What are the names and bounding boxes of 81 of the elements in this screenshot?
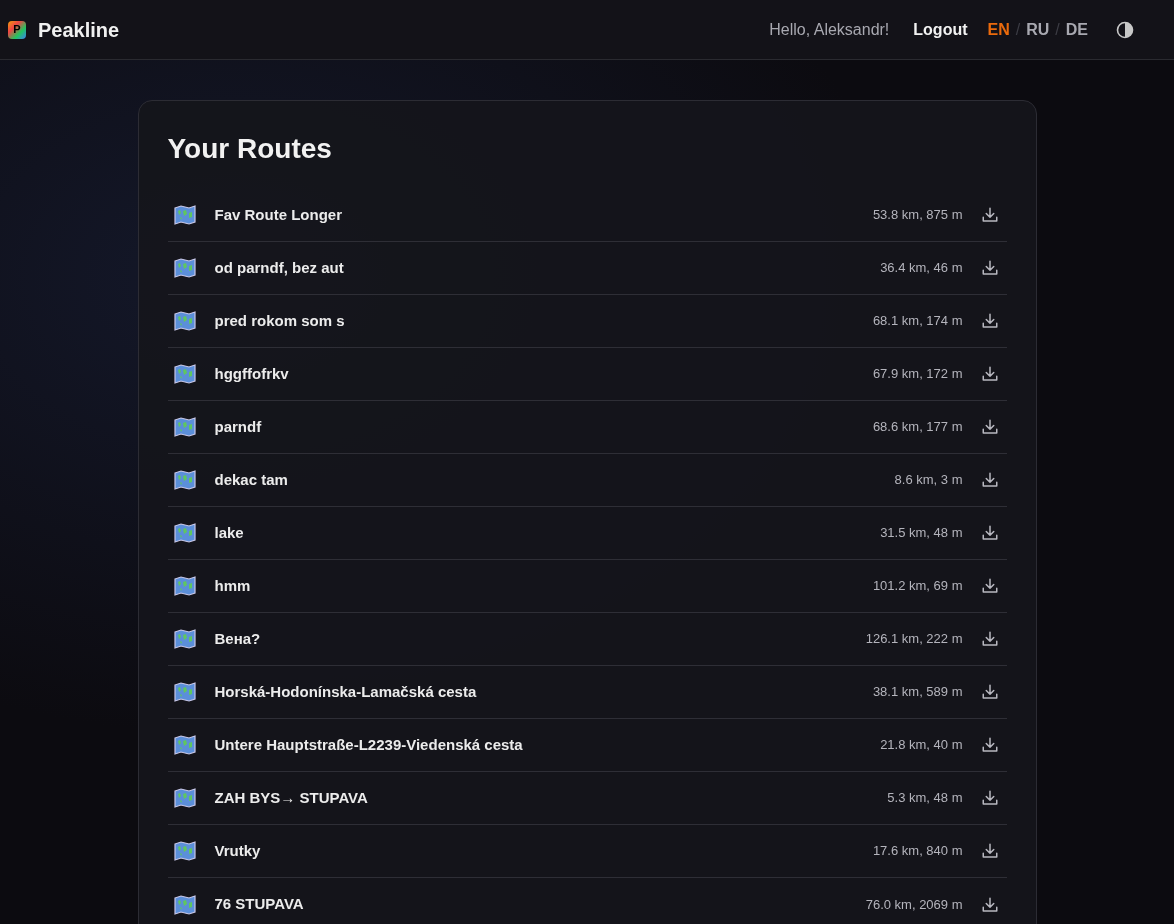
app-title: Peakline bbox=[38, 17, 120, 43]
route-name: hmm bbox=[214, 575, 251, 596]
download-icon[interactable] bbox=[980, 577, 999, 595]
download-icon[interactable] bbox=[980, 736, 999, 754]
map-icon bbox=[173, 470, 196, 490]
map-icon bbox=[173, 682, 196, 702]
language-link[interactable]: RU bbox=[1026, 17, 1050, 42]
route-stats: 38.1 km, 589 m bbox=[872, 683, 963, 702]
route-stats: 76.0 km, 2069 m bbox=[865, 895, 963, 914]
download-icon[interactable] bbox=[980, 471, 999, 489]
route-name: pred rokom som s bbox=[214, 310, 345, 331]
route-row[interactable]: od parndf, bez aut 36.4 km, 46 m bbox=[167, 242, 1007, 295]
route-row[interactable]: parndf 68.6 km, 177 m bbox=[167, 401, 1007, 454]
route-name: lake bbox=[214, 522, 244, 543]
download-icon[interactable] bbox=[980, 259, 999, 277]
download-icon[interactable] bbox=[980, 842, 999, 860]
route-name: Вена? bbox=[214, 628, 261, 649]
route-row[interactable]: Horská-Hodonínska-Lamačská cesta 38.1 km, 589 m bbox=[167, 666, 1007, 719]
route-name: Horská-Hodonínska-Lamačská cesta bbox=[214, 681, 477, 702]
route-stats: 67.9 km, 172 m bbox=[872, 365, 963, 384]
route-name: ZAH BYS→ STUPAVA bbox=[214, 787, 368, 808]
route-row[interactable]: pred rokom som s 68.1 km, 174 m bbox=[167, 295, 1007, 348]
route-stats: 68.1 km, 174 m bbox=[872, 312, 963, 331]
map-icon bbox=[173, 576, 196, 596]
download-icon[interactable] bbox=[980, 895, 999, 914]
download-icon[interactable] bbox=[980, 789, 999, 807]
route-stats: 8.6 km, 3 m bbox=[894, 471, 963, 490]
route-stats: 36.4 km, 46 m bbox=[880, 259, 963, 278]
language-separator: / bbox=[1055, 19, 1060, 40]
route-name: Fav Route Longer bbox=[214, 204, 342, 225]
download-icon[interactable] bbox=[980, 630, 999, 648]
download-icon[interactable] bbox=[980, 683, 999, 701]
route-stats: 31.5 km, 48 m bbox=[880, 524, 963, 543]
route-row[interactable]: hggffofrkv 67.9 km, 172 m bbox=[167, 348, 1007, 401]
route-row[interactable]: 76 STUPAVA 76.0 km, 2069 m bbox=[167, 878, 1007, 924]
route-row[interactable]: lake 31.5 km, 48 m bbox=[167, 507, 1007, 560]
map-icon bbox=[173, 311, 196, 331]
route-row[interactable]: hmm 101.2 km, 69 m bbox=[167, 560, 1007, 613]
language-link[interactable]: EN bbox=[987, 17, 1010, 42]
map-icon bbox=[173, 258, 196, 278]
route-row[interactable]: Vrutky 17.6 km, 840 m bbox=[167, 825, 1007, 878]
greeting-text: Hello, Aleksandr! bbox=[769, 19, 890, 40]
map-icon bbox=[173, 364, 196, 384]
language-link[interactable]: DE bbox=[1065, 17, 1088, 42]
map-icon bbox=[173, 417, 196, 437]
theme-toggle-icon[interactable] bbox=[1116, 20, 1134, 39]
route-name: dekac tam bbox=[214, 469, 288, 490]
route-row[interactable]: Untere Hauptstraße-L2239-Viedenská cesta 21.8 km, 40 m bbox=[167, 719, 1007, 772]
route-name: hggffofrkv bbox=[214, 363, 289, 384]
route-row[interactable]: ZAH BYS→ STUPAVA 5.3 km, 48 m bbox=[167, 772, 1007, 825]
route-name: parndf bbox=[214, 416, 262, 437]
route-name: 76 STUPAVA bbox=[214, 894, 304, 915]
download-icon[interactable] bbox=[980, 418, 999, 436]
logo-icon: P bbox=[8, 20, 26, 39]
route-row[interactable]: Fav Route Longer 53.8 km, 875 m bbox=[167, 189, 1007, 242]
logout-link[interactable]: Logout bbox=[913, 17, 968, 42]
route-stats: 17.6 km, 840 m bbox=[872, 842, 963, 861]
download-icon[interactable] bbox=[980, 524, 999, 542]
route-stats: 21.8 km, 40 m bbox=[880, 736, 963, 755]
download-icon[interactable] bbox=[980, 312, 999, 330]
route-stats: 126.1 km, 222 m bbox=[865, 630, 963, 649]
map-icon bbox=[173, 523, 196, 543]
card-title: Your Routes bbox=[167, 132, 333, 166]
route-name: od parndf, bez aut bbox=[214, 257, 344, 278]
download-icon[interactable] bbox=[980, 206, 999, 224]
map-icon bbox=[173, 629, 196, 649]
route-row[interactable]: Вена? 126.1 km, 222 m bbox=[167, 613, 1007, 666]
map-icon bbox=[173, 735, 196, 755]
map-icon bbox=[173, 205, 196, 225]
route-stats: 5.3 km, 48 m bbox=[887, 789, 963, 808]
route-name: Vrutky bbox=[214, 840, 261, 861]
map-icon bbox=[173, 841, 196, 861]
language-separator: / bbox=[1015, 19, 1021, 40]
download-icon[interactable] bbox=[980, 365, 999, 383]
map-icon bbox=[173, 894, 196, 915]
route-stats: 101.2 km, 69 m bbox=[872, 577, 963, 596]
route-stats: 68.6 km, 177 m bbox=[872, 418, 963, 437]
route-name: Untere Hauptstraße-L2239-Viedenská cesta bbox=[214, 734, 523, 755]
route-stats: 53.8 km, 875 m bbox=[872, 206, 963, 225]
route-row[interactable]: dekac tam 8.6 km, 3 m bbox=[167, 454, 1007, 507]
map-icon bbox=[173, 788, 196, 808]
